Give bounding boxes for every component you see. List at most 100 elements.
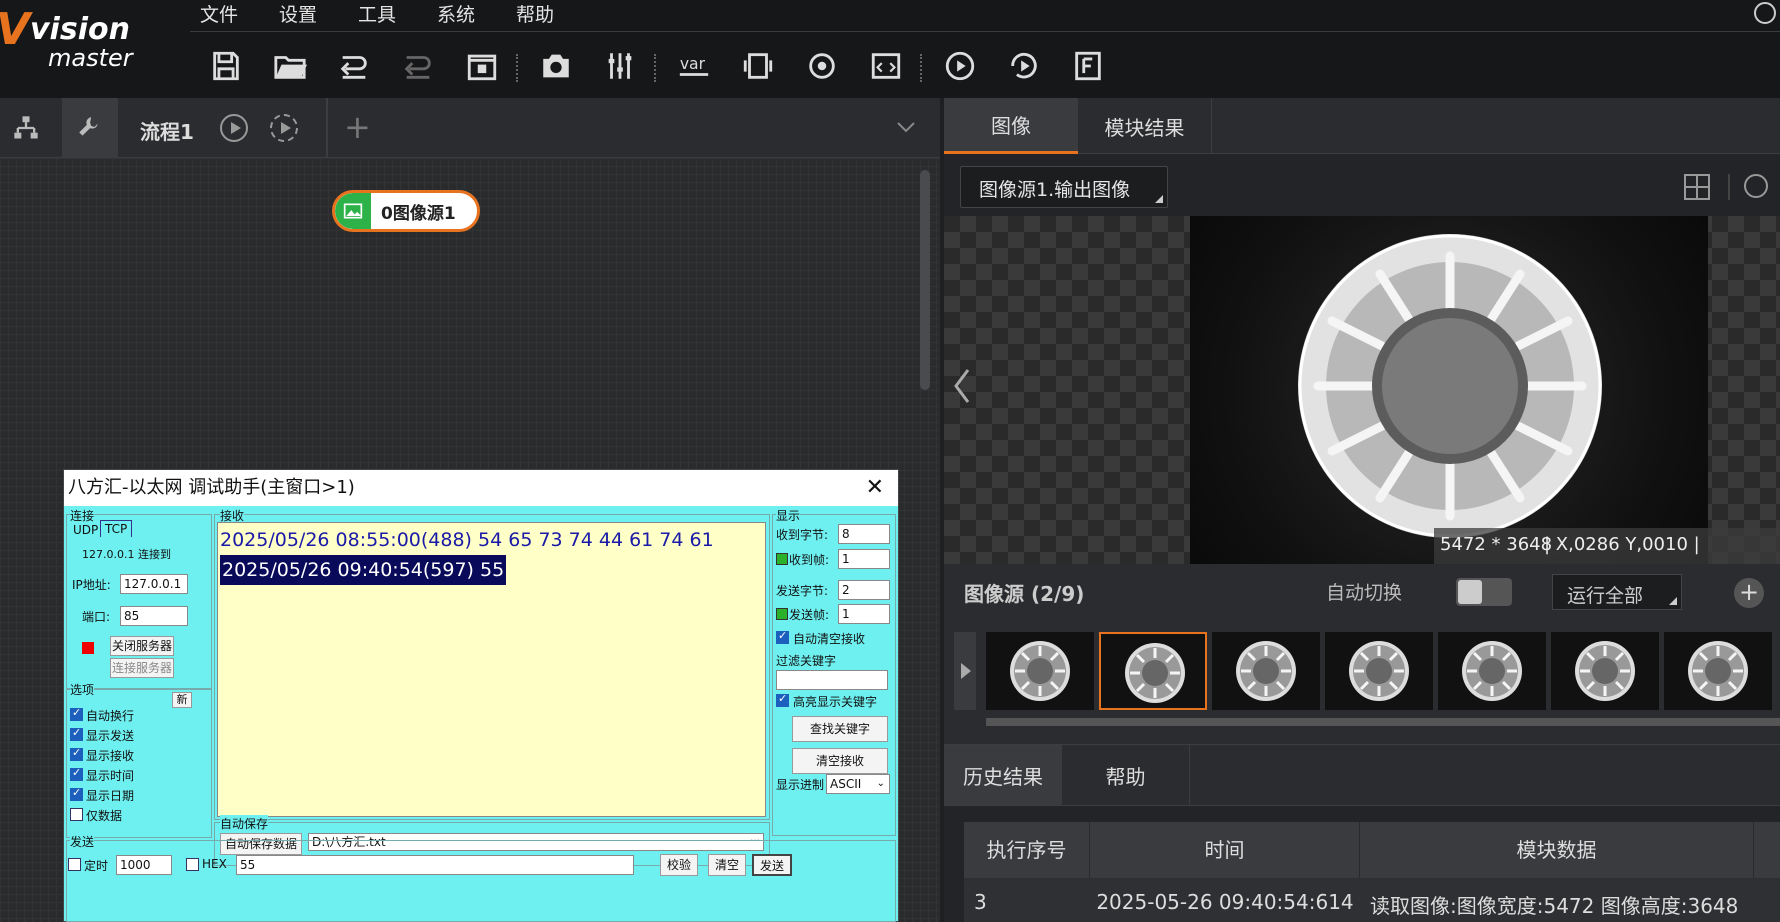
gauge-icon[interactable] [1754,2,1776,24]
tab-udp[interactable]: UDP [69,522,102,538]
tab-help[interactable]: 帮助 [1062,745,1190,805]
menu-settings[interactable]: 设置 [279,0,317,27]
image-resolution: 5472 * 3648 [1440,534,1553,555]
device-icon[interactable] [736,44,780,88]
hex-checkbox[interactable] [186,858,199,871]
receive-textarea[interactable]: 2025/05/26 08:55:00(488) 54 65 73 74 44 … [217,522,766,817]
send-button[interactable]: 发送 [752,854,792,876]
flow-tab-label[interactable]: 流程1 [140,116,194,145]
thumbnail-expand-icon[interactable] [954,632,976,710]
tab-history[interactable]: 历史结果 [944,745,1062,805]
chevron-down-icon: ⌄ [876,778,885,789]
flow-run-once-icon[interactable] [220,114,248,142]
run-all-label: 运行全部 [1567,585,1644,607]
display-mode-select[interactable]: ASCII ⌄ [826,774,890,794]
timer-checkbox[interactable] [68,858,81,871]
filter-keyword-input[interactable] [776,670,888,690]
redo-icon[interactable] [396,44,440,88]
image-thumbnail[interactable] [986,632,1094,710]
recv-bytes-value: 8 [838,524,890,544]
flow-tree-icon[interactable] [10,114,42,142]
auto-clear-checkbox[interactable] [776,629,789,644]
find-keyword-button[interactable]: 查找关键字 [792,716,888,742]
add-flow-icon[interactable]: + [344,108,371,146]
image-thumbnail[interactable] [1438,632,1546,710]
sliders-icon[interactable] [598,44,642,88]
toolbar-separator [654,54,656,82]
option-label: 显示日期 [86,789,135,803]
tab-tcp[interactable]: TCP [100,520,133,537]
clear-send-button[interactable]: 清空 [708,854,746,876]
run-all-select[interactable]: 运行全部 [1552,574,1682,610]
send-group [66,840,896,922]
table-row[interactable]: 3 2025-05-26 09:40:54:614 读取图像:图像宽度:5472… [964,878,1780,922]
ip-input[interactable]: 127.0.0.1 [120,574,188,594]
option-checkbox[interactable] [70,726,83,741]
image-thumbnail[interactable] [1551,632,1659,710]
row-index: 3 [974,890,987,914]
lock-icon[interactable] [460,44,504,88]
flow-scrollbar[interactable] [920,170,930,390]
connect-server-button[interactable]: 连接服务器 [110,658,174,678]
logo-master: master [48,44,133,72]
variable-icon[interactable]: var [672,44,716,88]
ip-label: IP地址: [72,578,111,592]
menu-help[interactable]: 帮助 [516,0,554,27]
flow-tools-tab[interactable] [62,98,118,158]
menu-tools[interactable]: 工具 [358,0,396,27]
chevron-down-icon[interactable] [896,120,916,134]
clear-receive-button[interactable]: 清空接收 [792,748,888,774]
auto-clear-label: 自动清空接收 [793,632,866,646]
autosave-group-label: 自动保存 [220,815,269,832]
target-icon[interactable] [800,44,844,88]
thumbnail-scrollbar[interactable] [986,718,1780,726]
menu-file[interactable]: 文件 [200,0,238,27]
toolbar: var [190,34,1780,98]
recv-frame-indicator [776,553,788,565]
option-checkbox[interactable] [70,766,83,781]
close-icon[interactable]: ✕ [866,470,884,506]
image-source-select[interactable]: 图像源1.输出图像 [960,166,1168,208]
dialog-title-bar: 八方汇-以太网 调试助手(主窗口>1) ✕ [64,470,898,506]
option-checkbox[interactable] [70,746,83,761]
undo-icon[interactable] [332,44,376,88]
code-icon[interactable] [864,44,908,88]
send-text-input[interactable]: 55 [236,855,634,875]
svg-text:var: var [680,55,706,73]
close-server-button[interactable]: 关闭服务器 [110,636,174,656]
tab-module-result[interactable]: 模块结果 [1078,98,1212,154]
flow-node-image-source[interactable]: 0图像源1 [332,190,480,232]
fit-view-icon[interactable] [1684,174,1710,200]
camera-icon[interactable] [534,44,578,88]
tab-image[interactable]: 图像 [944,98,1078,154]
run-icon[interactable] [938,44,982,88]
image-thumbnail[interactable] [1212,632,1320,710]
image-thumbnail[interactable] [1325,632,1433,710]
timer-interval-input[interactable]: 1000 [116,855,172,875]
save-icon[interactable] [204,44,248,88]
prev-image-icon[interactable] [950,366,974,406]
row-module-data: 读取图像:图像宽度:5472 图像高度:3648 [1370,894,1739,918]
port-input[interactable]: 85 [120,606,188,626]
open-folder-icon[interactable] [268,44,312,88]
recv-bytes-label: 收到字节: [776,528,829,542]
zoom-in-icon[interactable] [1744,174,1768,198]
option-checkbox[interactable] [70,786,83,801]
new-window-button[interactable]: 新 [172,692,192,708]
option-checkbox[interactable] [70,706,83,721]
image-thumbnail[interactable] [1664,632,1772,710]
table-header: 执行序号 时间 模块数据 [964,822,1780,878]
image-thumbnail[interactable] [1099,632,1207,710]
send-frame-indicator [776,608,788,620]
font-icon[interactable] [1066,44,1110,88]
image-viewer[interactable]: 5472 * 3648 | X,0286 Y,0010 | [944,216,1780,564]
option-checkbox[interactable] [70,808,83,821]
menu-system[interactable]: 系统 [437,0,475,27]
highlight-checkbox[interactable] [776,692,789,707]
checksum-button[interactable]: 校验 [660,854,698,876]
run-loop-icon[interactable] [1002,44,1046,88]
col-header-index: 执行序号 [964,822,1090,878]
add-image-icon[interactable]: + [1734,578,1764,608]
auto-switch-toggle[interactable] [1456,578,1512,606]
flow-run-loop-icon[interactable] [270,114,298,142]
